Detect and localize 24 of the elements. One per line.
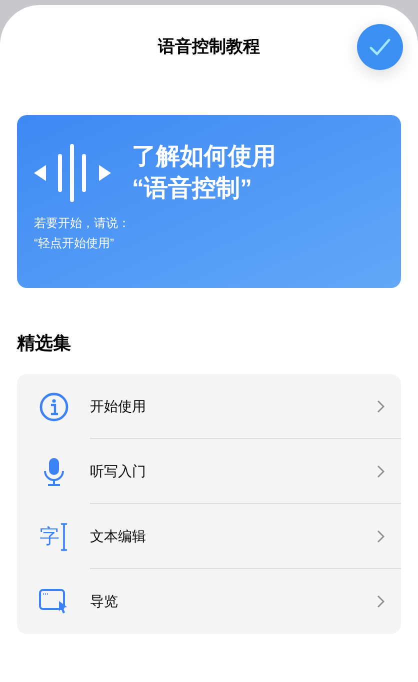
chevron-right-icon (377, 530, 385, 542)
banner-hint: 若要开始，请说： (34, 215, 131, 232)
chevron-right-icon (377, 464, 385, 478)
done-button[interactable] (357, 24, 403, 70)
list-item[interactable]: 听写入门 (17, 439, 401, 504)
item-label: 开始使用 (90, 396, 147, 416)
microphone-icon (42, 456, 66, 486)
section-title: 精选集 (17, 332, 72, 355)
item-label: 导览 (90, 592, 119, 611)
item-label: 听写入门 (90, 462, 147, 480)
chevron-right-icon (377, 595, 385, 608)
window-pointer-icon (38, 588, 68, 614)
banner-headline: 了解如何使用 (132, 142, 276, 172)
list-item[interactable]: 导览 (17, 569, 401, 634)
info-icon (38, 392, 68, 422)
list-item[interactable]: 开始使用 (17, 374, 401, 439)
banner-headline: “语音控制” (132, 174, 253, 204)
list-item[interactable]: 字 文本编辑 (17, 504, 401, 569)
sheet-title: 语音控制教程 (158, 36, 260, 58)
voice-waveform-icon (34, 144, 112, 202)
chevron-right-icon (377, 400, 385, 412)
banner-hint: “轻点开始使用” (34, 235, 115, 252)
checkmark-icon (369, 38, 391, 56)
item-label: 文本编辑 (90, 526, 147, 546)
